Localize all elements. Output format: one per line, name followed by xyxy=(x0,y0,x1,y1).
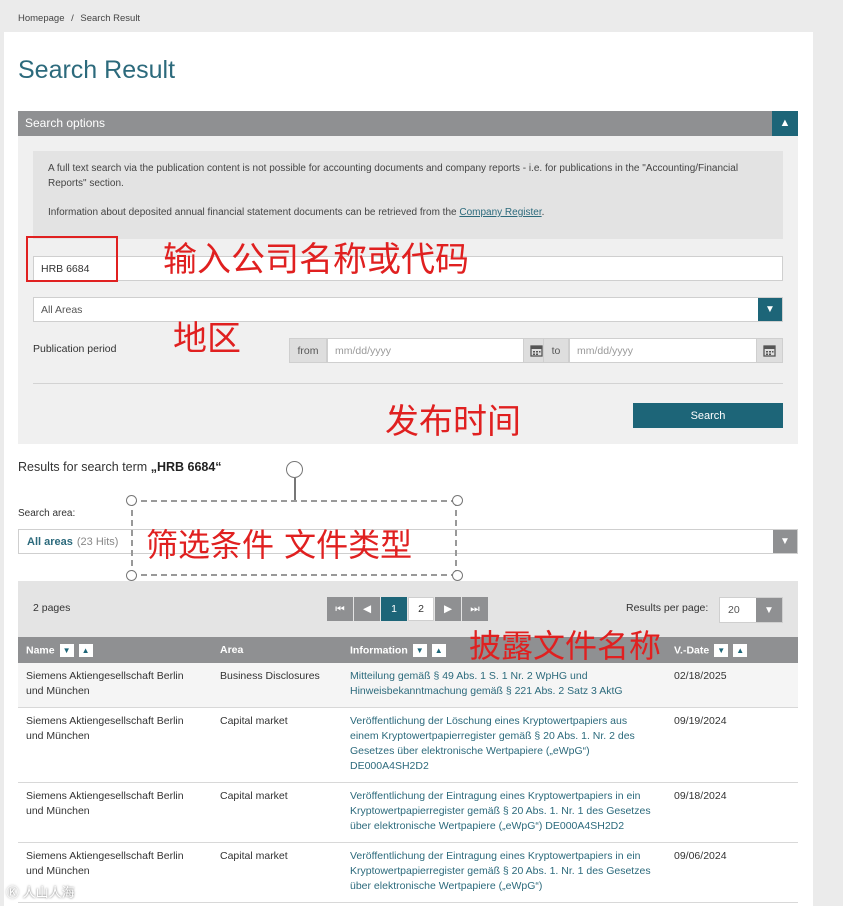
page-1-button[interactable]: 1 xyxy=(381,597,407,621)
column-area-label: Area xyxy=(220,644,244,656)
resize-handle[interactable] xyxy=(126,495,137,506)
highlight-box xyxy=(26,236,118,282)
cell-area: Capital market xyxy=(212,707,342,783)
company-register-link[interactable]: Company Register xyxy=(459,207,541,218)
sort-down-icon[interactable]: ▼ xyxy=(59,643,74,657)
table-row[interactable]: Siemens Aktiengesellschaft Berlin und Mü… xyxy=(18,842,798,903)
info-box: A full text search via the publication c… xyxy=(33,151,783,239)
table-row[interactable]: Siemens Aktiengesellschaft Berlin und Mü… xyxy=(18,782,798,843)
annotation-region: 地区 xyxy=(173,319,241,359)
rotate-handle[interactable] xyxy=(286,461,303,478)
annotation-disclosure-name: 披露文件名称 xyxy=(469,627,662,665)
breadcrumb-home[interactable]: Homepage xyxy=(18,13,64,24)
watermark: Ⓚ 人山人海 xyxy=(6,885,75,900)
sort-up-icon[interactable]: ▲ xyxy=(431,643,446,657)
cell-area: Capital market xyxy=(212,842,342,903)
info-text-2-suffix: . xyxy=(541,207,545,218)
next-page-icon[interactable]: ▶ xyxy=(435,597,461,621)
table-row[interactable]: Siemens Aktiengesellschaft Berlin und Mü… xyxy=(18,707,798,783)
chevron-down-icon[interactable]: ▼ xyxy=(758,298,782,321)
cell-date: 09/06/2024 xyxy=(666,842,798,903)
from-date-placeholder: mm/dd/yyyy xyxy=(335,344,392,357)
annotation-filter: 筛选条件 文件类型 xyxy=(146,526,413,564)
column-name: Name ▼ ▲ xyxy=(18,637,212,663)
cell-name: Siemens Aktiengesellschaft Berlin und Mü… xyxy=(18,663,212,708)
resize-handle[interactable] xyxy=(126,570,137,581)
table-row[interactable]: Siemens Aktiengesellschaft Berlin und Mü… xyxy=(18,663,798,708)
table-header: Name ▼ ▲ Area Information ▼ ▲ V.-Date ▼ ▲ xyxy=(18,637,798,663)
breadcrumb: Homepage / Search Result xyxy=(18,13,144,24)
chevron-down-icon[interactable]: ▼ xyxy=(756,598,782,622)
results-table: Name ▼ ▲ Area Information ▼ ▲ V.-Date ▼ ▲ Siem… xyxy=(18,637,798,903)
chevron-up-icon[interactable]: ▲ xyxy=(772,111,798,136)
results-prefix: Results for search term xyxy=(18,460,151,474)
annotation-publish-time: 发布时间 xyxy=(385,402,521,442)
cell-name: Siemens Aktiengesellschaft Berlin und Mü… xyxy=(18,707,212,783)
first-page-icon[interactable]: ⏮ xyxy=(327,597,353,621)
info-text-1: A full text search via the publication c… xyxy=(48,163,739,189)
pagination-bar: 2 pages ⏮ ◀ 1 2 ▶ ⏭ Results per page: 20… xyxy=(18,581,798,637)
area-select[interactable]: All Areas ▼ xyxy=(33,297,783,322)
annotation-enter-company: 输入公司名称或代码 xyxy=(163,240,469,280)
sort-down-icon[interactable]: ▼ xyxy=(412,643,427,657)
from-date-input[interactable]: mm/dd/yyyy xyxy=(327,338,550,363)
search-term: „HRB 6684“ xyxy=(150,460,222,474)
column-date-label: V.-Date xyxy=(674,643,710,656)
to-date-input[interactable]: mm/dd/yyyy xyxy=(569,338,783,363)
cell-date: 02/18/2025 xyxy=(666,663,798,708)
search-area-value: All areas xyxy=(27,535,73,548)
publication-period-label: Publication period xyxy=(33,343,117,355)
column-name-label: Name xyxy=(26,643,55,656)
resize-handle[interactable] xyxy=(452,495,463,506)
divider xyxy=(33,383,783,384)
column-area: Area xyxy=(212,637,342,663)
cell-date: 09/19/2024 xyxy=(666,707,798,783)
search-area-label: Search area: xyxy=(18,508,76,519)
results-per-page-label: Results per page: xyxy=(626,602,709,614)
page-2-button[interactable]: 2 xyxy=(408,597,434,621)
cell-date: 09/18/2024 xyxy=(666,782,798,843)
sort-up-icon[interactable]: ▲ xyxy=(78,643,93,657)
info-text-2: Information about deposited annual finan… xyxy=(48,206,768,221)
cell-area: Capital market xyxy=(212,782,342,843)
search-options-title: Search options xyxy=(25,116,106,130)
prev-page-icon[interactable]: ◀ xyxy=(354,597,380,621)
cell-area: Business Disclosures xyxy=(212,663,342,708)
cell-information-link[interactable]: Veröffentlichung der Eintragung eines Kr… xyxy=(342,842,666,903)
pages-count: 2 pages xyxy=(33,602,71,614)
area-select-value: All Areas xyxy=(41,303,83,316)
cell-name: Siemens Aktiengesellschaft Berlin und Mü… xyxy=(18,782,212,843)
to-label: to xyxy=(543,338,569,363)
cell-information-link[interactable]: Veröffentlichung der Eintragung eines Kr… xyxy=(342,782,666,843)
search-area-hits: (23 Hits) xyxy=(76,535,119,548)
breadcrumb-current: Search Result xyxy=(80,13,141,24)
from-label: from xyxy=(289,338,327,363)
column-information-label: Information xyxy=(350,643,408,656)
to-date-placeholder: mm/dd/yyyy xyxy=(577,344,634,357)
info-text-2-prefix: Information about deposited annual finan… xyxy=(48,207,460,218)
search-options-header[interactable]: Search options ▲ xyxy=(18,111,798,136)
breadcrumb-separator: / xyxy=(71,13,74,24)
last-page-icon[interactable]: ⏭ xyxy=(462,597,488,621)
results-per-page-select[interactable]: 20 ▼ xyxy=(719,597,783,623)
resize-handle[interactable] xyxy=(452,570,463,581)
results-per-page-value: 20 xyxy=(728,604,740,616)
sort-down-icon[interactable]: ▼ xyxy=(714,643,729,657)
column-date: V.-Date ▼ ▲ xyxy=(666,637,798,663)
cell-information-link[interactable]: Mitteilung gemäß § 49 Abs. 1 S. 1 Nr. 2 … xyxy=(342,663,666,708)
rotation-line xyxy=(294,478,296,500)
chevron-down-icon[interactable]: ▼ xyxy=(773,530,797,553)
calendar-icon[interactable] xyxy=(756,339,782,362)
search-button[interactable]: Search xyxy=(633,403,783,428)
results-heading: Results for search term „HRB 6684“ xyxy=(18,460,222,474)
sort-up-icon[interactable]: ▲ xyxy=(733,643,748,657)
page-title: Search Result xyxy=(18,56,176,84)
cell-information-link[interactable]: Veröffentlichung der Löschung eines Kryp… xyxy=(342,707,666,783)
